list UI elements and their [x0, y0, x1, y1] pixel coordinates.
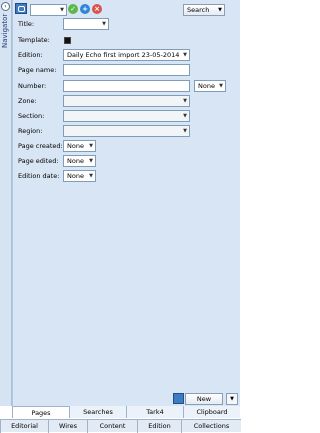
new-group-bar: New Group ▼: [173, 393, 239, 413]
template-checkbox[interactable]: [64, 37, 71, 44]
navigator-label[interactable]: Navigator: [1, 14, 10, 74]
tab-searches[interactable]: Searches: [69, 406, 126, 418]
chevron-down-icon: ▼: [183, 98, 187, 104]
page-created-label: Page created:: [18, 142, 63, 150]
panel-tabs: Pages Searches Tark4 Clipboard: [12, 406, 240, 418]
region-label: Region:: [18, 127, 43, 135]
module-tabs: Editorial Wires Content Edition Collecti…: [0, 419, 241, 433]
tab-collections[interactable]: Collections: [181, 420, 241, 433]
edition-label: Edition:: [18, 51, 43, 59]
title-select[interactable]: ▼: [63, 18, 109, 30]
region-select[interactable]: ▼: [63, 125, 190, 137]
chevron-down-icon: ▼: [60, 7, 64, 13]
zone-label: Zone:: [18, 97, 37, 105]
chevron-down-icon: ▼: [183, 52, 187, 58]
search-panel: ▼ ✓ + × Search ▼ Title: ▼ Template: Edit…: [12, 0, 240, 413]
tab-wires[interactable]: Wires: [48, 420, 87, 433]
chevron-down-icon: ▼: [89, 143, 93, 149]
tab-pages[interactable]: Pages: [12, 406, 69, 418]
page-name-input[interactable]: [63, 64, 190, 76]
number-option-select[interactable]: None ▼: [194, 80, 226, 92]
edition-date-select[interactable]: None ▼: [63, 170, 96, 182]
chevron-down-icon: ▼: [219, 83, 223, 89]
toolbar: ▼ ✓ + × Search ▼: [13, 0, 240, 18]
number-label: Number:: [18, 82, 47, 90]
navigator-strip: ‹ Navigator: [0, 0, 12, 406]
delete-icon[interactable]: ×: [92, 4, 102, 14]
number-input[interactable]: [63, 80, 190, 92]
page-created-value: None: [67, 142, 84, 150]
edition-select[interactable]: Daily Echo first import 23-05-2014 ▼: [63, 49, 190, 61]
template-label: Template:: [18, 36, 50, 44]
add-icon[interactable]: +: [80, 4, 90, 14]
page-name-label: Page name:: [18, 66, 57, 74]
chevron-down-icon: ▼: [183, 113, 187, 119]
page-edited-label: Page edited:: [18, 157, 59, 165]
search-button-label: Search: [187, 6, 210, 14]
zone-select[interactable]: ▼: [63, 95, 190, 107]
chevron-down-icon[interactable]: ▼: [226, 393, 238, 405]
page-edited-select[interactable]: None ▼: [63, 155, 96, 167]
search-button[interactable]: Search ▼: [183, 4, 225, 16]
chevron-down-icon: ▼: [89, 173, 93, 179]
tab-content[interactable]: Content: [87, 420, 137, 433]
chevron-down-icon: ▼: [183, 128, 187, 134]
section-select[interactable]: ▼: [63, 110, 190, 122]
section-label: Section:: [18, 112, 45, 120]
number-option-value: None: [198, 82, 215, 90]
tab-editorial[interactable]: Editorial: [0, 420, 48, 433]
collapse-navigator-icon[interactable]: ‹: [1, 2, 10, 11]
group-icon[interactable]: [173, 393, 184, 404]
saved-search-select[interactable]: ▼: [30, 4, 67, 16]
page-edited-value: None: [67, 157, 84, 165]
tab-clipboard[interactable]: Clipboard: [183, 406, 240, 418]
chevron-down-icon: ▼: [89, 158, 93, 164]
edition-date-label: Edition date:: [18, 172, 60, 180]
new-group-button[interactable]: New Group: [185, 393, 223, 413]
accept-icon[interactable]: ✓: [68, 4, 78, 14]
chevron-down-icon: ▼: [218, 7, 222, 13]
title-label: Title:: [18, 20, 35, 28]
page-created-select[interactable]: None ▼: [63, 140, 96, 152]
edition-date-value: None: [67, 172, 84, 180]
app-logo-icon[interactable]: [15, 3, 27, 14]
tab-tark4[interactable]: Tark4: [126, 406, 183, 418]
tab-edition[interactable]: Edition: [137, 420, 181, 433]
edition-value: Daily Echo first import 23-05-2014: [67, 51, 180, 59]
chevron-down-icon: ▼: [102, 21, 106, 27]
